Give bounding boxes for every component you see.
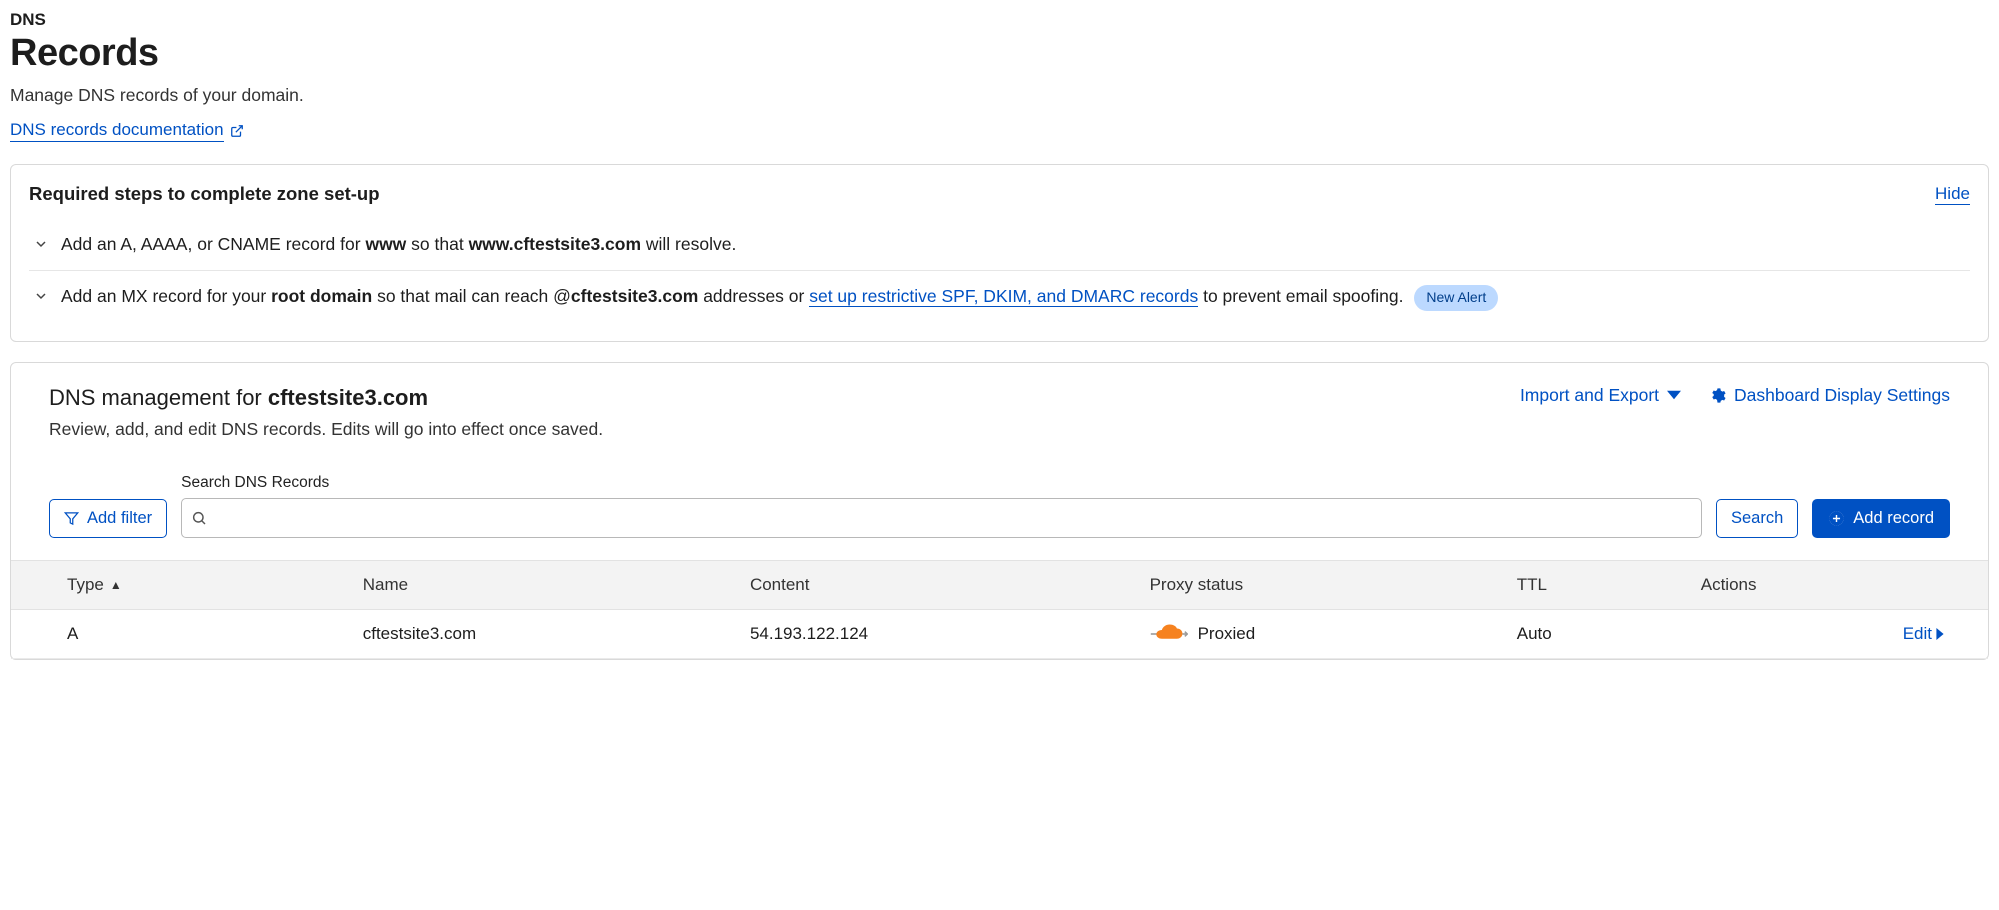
add-record-button[interactable]: Add record [1812, 499, 1950, 538]
edit-label: Edit [1903, 624, 1932, 644]
caret-right-icon [1936, 628, 1944, 640]
add-record-label: Add record [1853, 509, 1934, 528]
import-export-dropdown[interactable]: Import and Export [1520, 385, 1681, 406]
cell-type: A [11, 609, 345, 658]
setup-steps-card: Required steps to complete zone set-up H… [10, 164, 1989, 342]
setup-step: Add an A, AAAA, or CNAME record for www … [29, 219, 1970, 270]
col-actions: Actions [1683, 560, 1988, 609]
search-label: Search DNS Records [181, 474, 1702, 492]
col-type[interactable]: Type ▲ [11, 560, 345, 609]
proxy-status-label: Proxied [1198, 624, 1256, 644]
setup-step-text: Add an A, AAAA, or CNAME record for www … [61, 231, 736, 258]
new-alert-badge: New Alert [1414, 285, 1498, 311]
search-icon [191, 510, 207, 526]
spf-dkim-dmarc-link[interactable]: set up restrictive SPF, DKIM, and DMARC … [809, 286, 1198, 307]
chevron-down-icon[interactable] [33, 288, 49, 304]
gear-icon [1709, 387, 1726, 404]
setup-step: Add an MX record for your root domain so… [29, 270, 1970, 323]
search-button[interactable]: Search [1716, 499, 1798, 538]
import-export-label: Import and Export [1520, 385, 1659, 406]
cell-content: 54.193.122.124 [732, 609, 1132, 658]
page-subtitle: Manage DNS records of your domain. [10, 85, 1989, 106]
page-title: Records [10, 32, 1989, 75]
col-content[interactable]: Content [732, 560, 1132, 609]
filter-icon [64, 511, 79, 526]
table-row[interactable]: A cftestsite3.com 54.193.122.124 [11, 609, 1988, 658]
dns-management-card: DNS management for cftestsite3.com Revie… [10, 362, 1989, 660]
plus-circle-icon [1828, 510, 1845, 527]
edit-button[interactable]: Edit [1701, 624, 1944, 644]
cell-proxy: Proxied [1132, 609, 1499, 658]
dns-management-subtitle: Review, add, and edit DNS records. Edits… [49, 419, 603, 440]
dashboard-display-settings[interactable]: Dashboard Display Settings [1709, 385, 1950, 406]
add-filter-button[interactable]: Add filter [49, 499, 167, 538]
add-filter-label: Add filter [87, 509, 152, 528]
hide-button[interactable]: Hide [1935, 184, 1970, 205]
search-input[interactable] [181, 498, 1702, 538]
col-proxy[interactable]: Proxy status [1132, 560, 1499, 609]
setup-step-text: Add an MX record for your root domain so… [61, 283, 1498, 311]
caret-down-icon [1667, 388, 1681, 402]
col-name[interactable]: Name [345, 560, 732, 609]
cell-ttl: Auto [1499, 609, 1683, 658]
chevron-down-icon[interactable] [33, 236, 49, 252]
col-ttl[interactable]: TTL [1499, 560, 1683, 609]
external-link-icon [230, 124, 244, 138]
cell-name: cftestsite3.com [345, 609, 732, 658]
dns-docs-link[interactable]: DNS records documentation [10, 120, 224, 142]
sort-asc-icon: ▲ [110, 578, 122, 592]
display-settings-label: Dashboard Display Settings [1734, 385, 1950, 406]
proxied-cloud-icon [1150, 624, 1188, 644]
col-type-label: Type [67, 575, 104, 595]
dns-management-title: DNS management for cftestsite3.com [49, 385, 603, 411]
search-button-label: Search [1731, 509, 1783, 528]
setup-steps-title: Required steps to complete zone set-up [29, 183, 380, 205]
breadcrumb: DNS [10, 10, 1989, 30]
dns-records-table: Type ▲ Name Content Proxy status TTL Act… [11, 560, 1988, 659]
